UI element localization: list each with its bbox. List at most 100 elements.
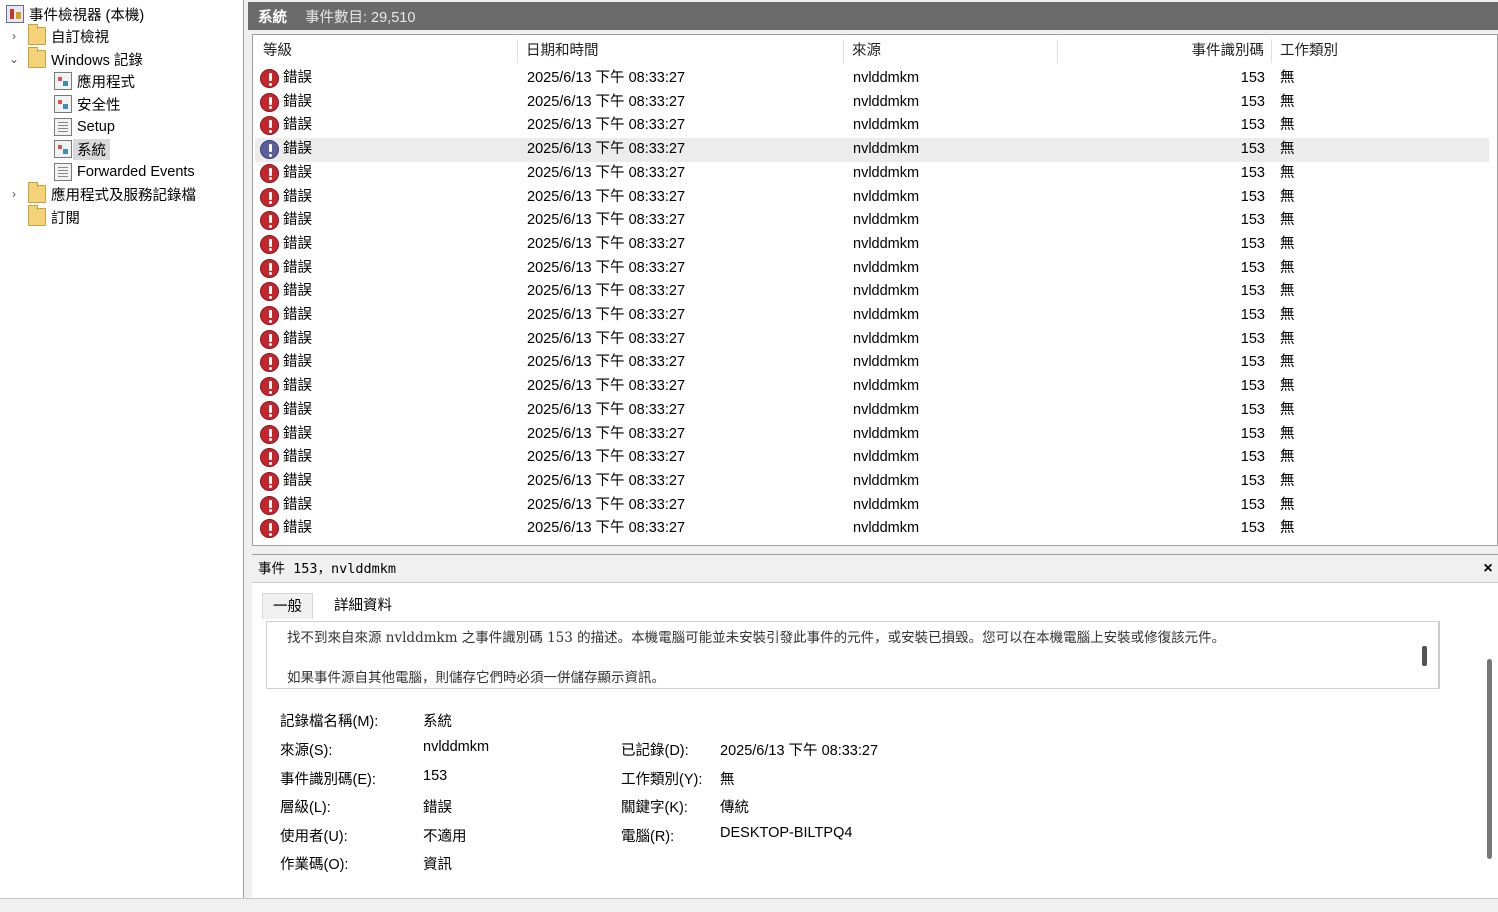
cell-level: 錯誤 [283,188,312,205]
table-row[interactable]: 錯誤 2025/6/13 下午 08:33:27 nvlddmkm 153 無 [255,494,1489,518]
table-row[interactable]: 錯誤 2025/6/13 下午 08:33:27 nvlddmkm 153 無 [255,328,1489,352]
cell-datetime: 2025/6/13 下午 08:33:27 [527,283,686,300]
level-label: 層級(L): [280,800,331,816]
table-row[interactable]: 錯誤 2025/6/13 下午 08:33:27 nvlddmkm 153 無 [255,114,1489,138]
table-row[interactable]: 錯誤 2025/6/13 下午 08:33:27 nvlddmkm 153 無 [255,446,1489,470]
cell-level: 錯誤 [283,330,312,347]
table-row[interactable]: 錯誤 2025/6/13 下午 08:33:27 nvlddmkm 153 無 [255,351,1489,375]
description-scrollbar[interactable] [1422,646,1427,666]
cell-source: nvlddmkm [853,472,920,489]
table-row[interactable]: 錯誤 2025/6/13 下午 08:33:27 nvlddmkm 153 無 [255,67,1489,91]
table-row[interactable]: 錯誤 2025/6/13 下午 08:33:27 nvlddmkm 153 無 [255,257,1489,281]
tree-item-app-service-logs[interactable]: › 應用程式及服務記錄檔 [6,182,196,205]
chevron-down-icon[interactable]: ⌄ [6,52,22,66]
status-bar [0,898,1498,912]
error-icon [260,519,279,539]
cell-event-id: 153 [1240,235,1265,252]
error-icon [260,424,279,444]
cell-level: 錯誤 [283,117,312,134]
table-row[interactable]: 錯誤 2025/6/13 下午 08:33:27 nvlddmkm 153 無 [255,209,1489,233]
column-header-source[interactable]: 來源 [852,35,881,67]
cell-source: nvlddmkm [853,378,920,395]
cell-task-category: 無 [1280,259,1295,276]
chevron-right-icon[interactable]: › [6,187,22,201]
tree-item-windows-logs[interactable]: ⌄ Windows 記錄 [6,47,143,70]
table-row[interactable]: 錯誤 2025/6/13 下午 08:33:27 nvlddmkm 153 無 [255,470,1489,494]
cell-event-id: 153 [1240,378,1265,395]
log-icon [54,72,72,90]
description-line: 如果事件源自其他電腦，則儲存它們時必須一併儲存顯示資訊。 [287,670,665,686]
folder-icon [28,24,46,45]
tree-item-setup[interactable]: Setup [54,116,115,138]
cell-level: 錯誤 [283,472,312,489]
cell-source: nvlddmkm [853,235,920,252]
error-icon [260,329,279,349]
log-name-label: 記錄檔名稱(M): [280,714,379,730]
error-icon [260,495,279,515]
column-header-level[interactable]: 等級 [263,35,292,67]
error-icon [260,69,279,88]
table-row[interactable]: 錯誤 2025/6/13 下午 08:33:27 nvlddmkm 153 無 [255,138,1489,162]
cell-datetime: 2025/6/13 下午 08:33:27 [527,70,686,86]
error-icon [260,400,279,420]
cell-level: 錯誤 [283,425,312,442]
cell-event-id: 153 [1240,425,1265,442]
computer-label: 電腦(R): [621,829,675,845]
tree-item-event-viewer[interactable]: 事件檢視器 (本機) [6,3,144,25]
cell-level: 錯誤 [283,496,312,513]
table-row[interactable]: 錯誤 2025/6/13 下午 08:33:27 nvlddmkm 153 無 [255,304,1489,328]
tree-item-subscriptions[interactable]: 訂閱 [28,205,80,228]
log-header: 系統 事件數目: 29,510 [248,2,1498,30]
user-value: 不適用 [423,829,467,845]
description-textbox[interactable]: 找不到來自來源 nvlddmkm 之事件識別碼 153 的描述。本機電腦可能並未… [266,621,1440,689]
cell-level: 錯誤 [283,354,312,371]
chevron-right-icon[interactable]: › [6,29,22,43]
cell-level: 錯誤 [283,283,312,300]
tree-item-security[interactable]: 安全性 [54,93,121,115]
tree-item-forwarded-events[interactable]: Forwarded Events [54,161,195,183]
cell-source: nvlddmkm [853,259,920,276]
log-icon [54,95,72,113]
table-row[interactable]: 錯誤 2025/6/13 下午 08:33:27 nvlddmkm 153 無 [255,517,1489,541]
close-icon[interactable]: × [1478,555,1498,583]
cell-level: 錯誤 [283,93,312,110]
cell-datetime: 2025/6/13 下午 08:33:27 [527,93,686,110]
cell-event-id: 153 [1240,354,1265,371]
column-header-event-id[interactable]: 事件識別碼 [1063,35,1265,67]
cell-task-category: 無 [1280,70,1295,86]
cell-level: 錯誤 [283,520,312,537]
table-row[interactable]: 錯誤 2025/6/13 下午 08:33:27 nvlddmkm 153 無 [255,280,1489,304]
error-icon [260,116,279,136]
table-row[interactable]: 錯誤 2025/6/13 下午 08:33:27 nvlddmkm 153 無 [255,423,1489,447]
detail-scrollbar[interactable] [1487,659,1492,859]
log-icon [54,140,72,158]
log-title: 系統 [258,9,287,26]
table-row[interactable]: 錯誤 2025/6/13 下午 08:33:27 nvlddmkm 153 無 [255,233,1489,257]
cell-event-id: 153 [1240,70,1265,86]
cell-task-category: 無 [1280,354,1295,371]
cell-task-category: 無 [1280,188,1295,205]
error-icon [260,282,279,302]
tree-item-custom-views[interactable]: › 自訂檢視 [6,24,109,47]
table-row[interactable]: 錯誤 2025/6/13 下午 08:33:27 nvlddmkm 153 無 [255,162,1489,186]
tree-item-system[interactable]: 系統 [54,138,110,160]
table-row[interactable]: 錯誤 2025/6/13 下午 08:33:27 nvlddmkm 153 無 [255,186,1489,210]
tree-item-label: 事件檢視器 (本機) [29,7,145,24]
error-icon [260,377,279,397]
cell-task-category: 無 [1280,449,1295,466]
table-row[interactable]: 錯誤 2025/6/13 下午 08:33:27 nvlddmkm 153 無 [255,375,1489,399]
cell-source: nvlddmkm [853,449,920,466]
cell-datetime: 2025/6/13 下午 08:33:27 [527,307,686,323]
table-row[interactable]: 錯誤 2025/6/13 下午 08:33:27 nvlddmkm 153 無 [255,91,1489,115]
tab-details[interactable]: 詳細資料 [324,593,402,619]
cell-task-category: 無 [1280,117,1295,134]
table-row[interactable]: 錯誤 2025/6/13 下午 08:33:27 nvlddmkm 153 無 [255,399,1489,423]
cell-task-category: 無 [1280,472,1295,489]
error-icon [260,163,279,183]
tree-item-application[interactable]: 應用程式 [54,70,135,92]
tab-general[interactable]: 一般 [262,593,313,619]
opcode-label: 作業碼(O): [280,857,349,873]
tree-item-label: 自訂檢視 [51,29,109,46]
column-header-datetime[interactable]: 日期和時間 [526,35,599,67]
column-header-task-category[interactable]: 工作類別 [1280,35,1338,67]
